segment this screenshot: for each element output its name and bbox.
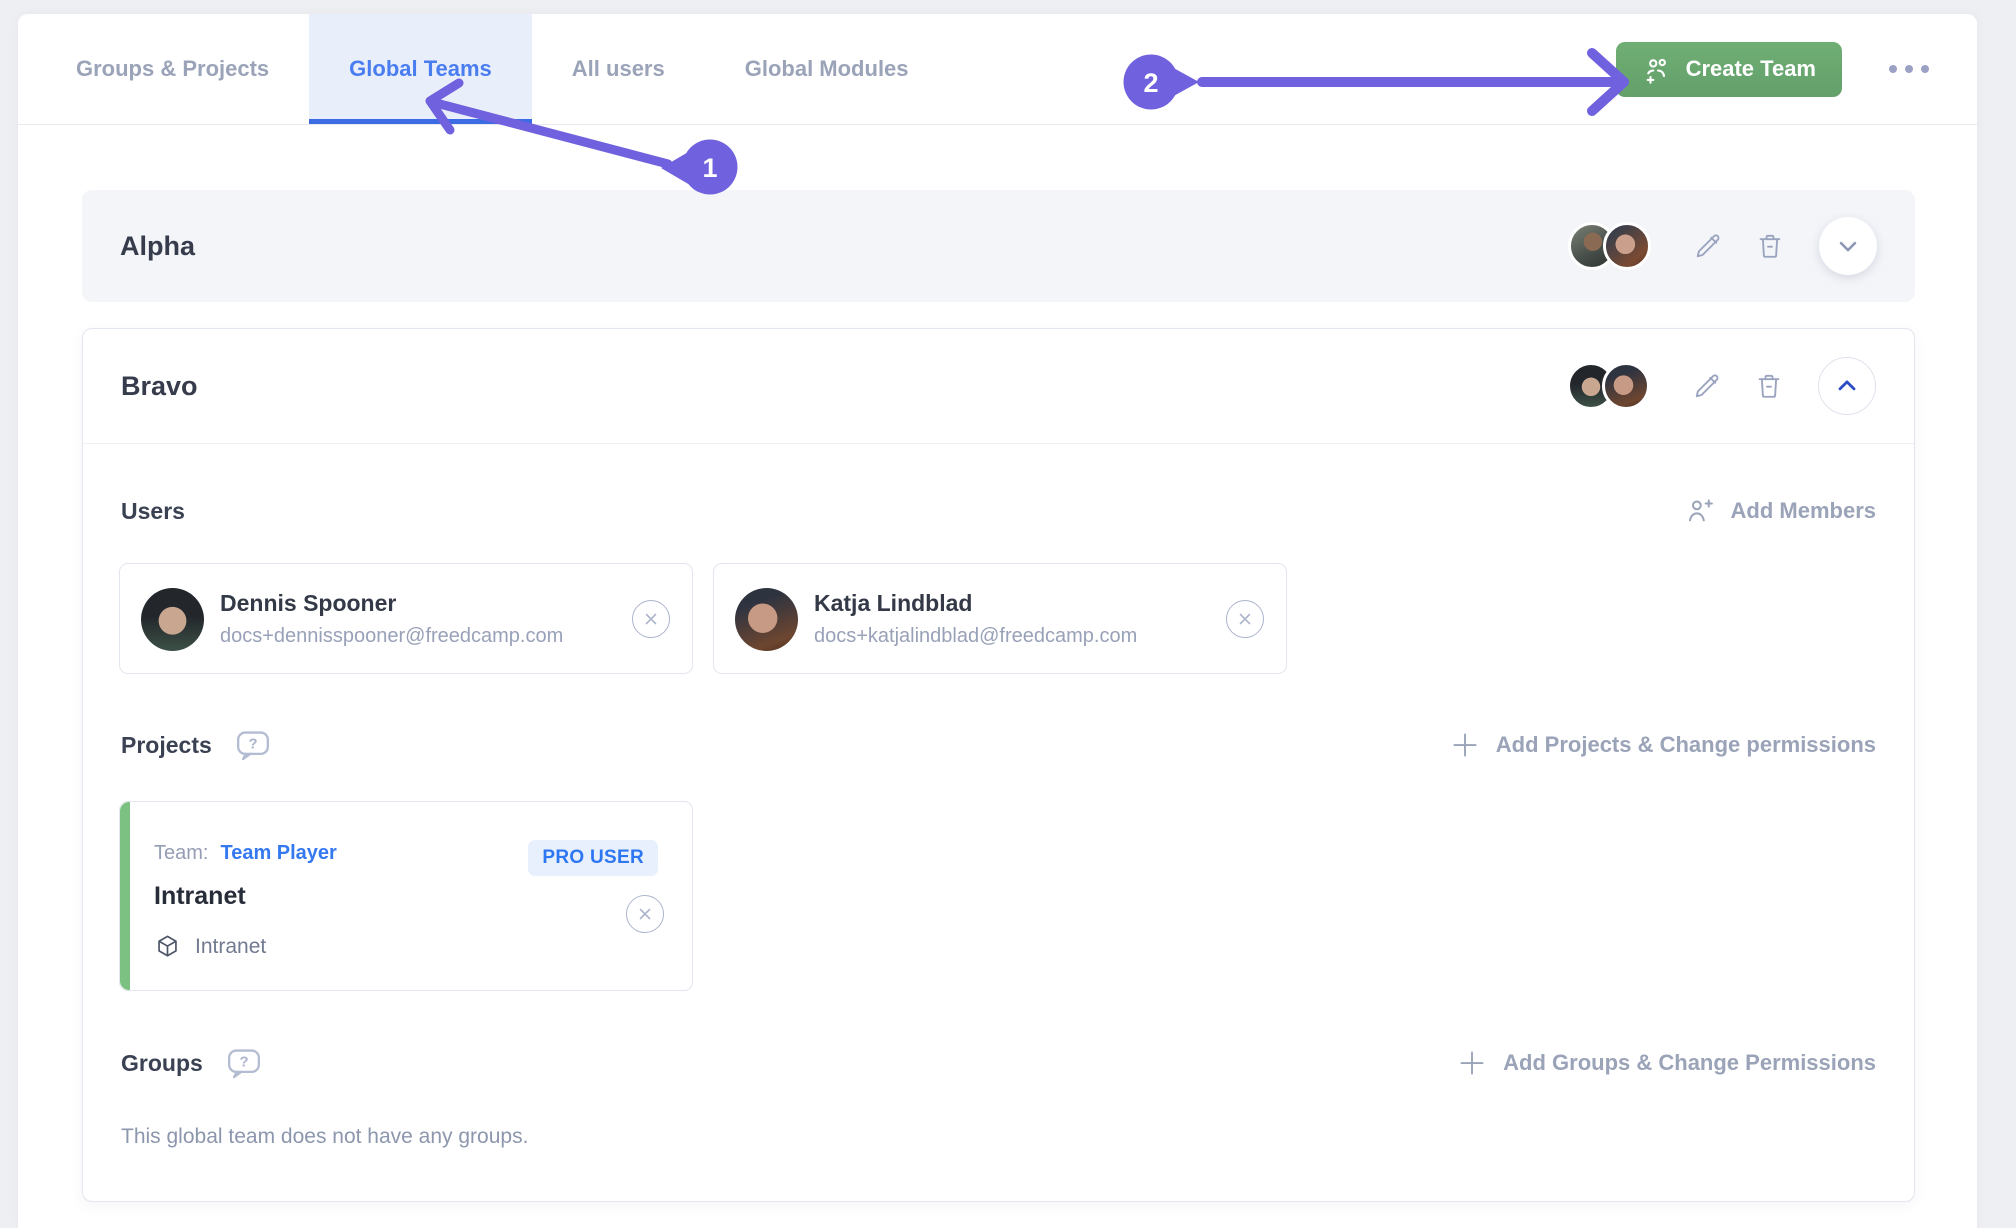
svg-text:?: ?: [248, 736, 257, 752]
pencil-icon: [1692, 371, 1722, 401]
plus-icon: [1457, 1048, 1487, 1078]
tab-global-modules[interactable]: Global Modules: [705, 14, 949, 124]
svg-text:?: ?: [239, 1054, 248, 1070]
users-heading: Users: [121, 498, 185, 525]
x-icon: [643, 611, 659, 627]
edit-team-button[interactable]: [1690, 369, 1724, 403]
pro-user-badge: PRO USER: [528, 840, 658, 876]
team-name: Alpha: [120, 231, 195, 262]
team-row-alpha: Alpha: [82, 190, 1915, 302]
plus-icon: [1450, 730, 1480, 760]
groups-heading: Groups: [121, 1050, 203, 1077]
team-member-avatars: [1567, 362, 1650, 410]
delete-team-button[interactable]: [1752, 369, 1786, 403]
ellipsis-dot: [1905, 65, 1913, 73]
remove-member-button[interactable]: [632, 600, 670, 638]
project-module-row: Intranet: [154, 933, 692, 960]
trash-icon: [1755, 231, 1785, 261]
ellipsis-dot: [1921, 65, 1929, 73]
pencil-icon: [1693, 231, 1723, 261]
tab-all-users[interactable]: All users: [532, 14, 705, 124]
add-members-button[interactable]: Add Members: [1685, 496, 1876, 526]
project-title: Intranet: [154, 882, 692, 911]
add-groups-label: Add Groups & Change Permissions: [1503, 1050, 1876, 1076]
help-icon[interactable]: ?: [227, 1048, 261, 1079]
team-card-header: Bravo: [83, 329, 1914, 444]
add-projects-label: Add Projects & Change permissions: [1496, 732, 1876, 758]
remove-project-button[interactable]: [626, 895, 664, 933]
tabs-nav: Groups & Projects Global Teams All users…: [36, 14, 949, 124]
collapse-team-button[interactable]: [1818, 357, 1876, 415]
team-row-actions: [1568, 217, 1877, 275]
avatar-woman-dark-hair: [1602, 362, 1650, 410]
groups-empty-text: This global team does not have any group…: [121, 1125, 528, 1149]
groups-section-header: Groups ? Add Groups & Change Permissions: [121, 1041, 1876, 1085]
edit-team-button[interactable]: [1691, 229, 1725, 263]
more-menu-button[interactable]: [1887, 55, 1931, 83]
help-icon[interactable]: ?: [236, 730, 270, 761]
team-member-avatars: [1568, 222, 1651, 270]
header-actions: Create Team: [1616, 14, 1977, 124]
projects-heading: Projects: [121, 732, 212, 759]
avatar-woman-red-hair: [1603, 222, 1651, 270]
team-card-bravo: Bravo: [82, 328, 1915, 1202]
project-card-intranet: Team: Team Player PRO USER Intranet Intr…: [119, 801, 693, 991]
add-members-label: Add Members: [1731, 498, 1876, 524]
create-team-icon: [1642, 54, 1672, 84]
member-email: docs+katjalindblad@freedcamp.com: [814, 625, 1286, 648]
main-container: Groups & Projects Global Teams All users…: [18, 14, 1977, 1228]
add-groups-button[interactable]: Add Groups & Change Permissions: [1457, 1048, 1876, 1078]
member-card-katja: Katja Lindblad docs+katjalindblad@freedc…: [713, 563, 1287, 674]
create-team-label: Create Team: [1686, 56, 1816, 82]
team-name: Bravo: [121, 371, 198, 402]
chevron-up-icon: [1833, 372, 1861, 400]
users-section-header: Users Add Members: [121, 489, 1876, 533]
expand-team-button[interactable]: [1819, 217, 1877, 275]
projects-section-header: Projects ? Add Projects & Change permiss…: [121, 723, 1876, 767]
member-name: Dennis Spooner: [220, 590, 692, 617]
team-label: Team:: [154, 842, 208, 865]
avatar-katja-lindblad: [735, 588, 798, 651]
member-email: docs+dennisspooner@freedcamp.com: [220, 625, 692, 648]
person-plus-icon: [1685, 496, 1715, 526]
remove-member-button[interactable]: [1226, 600, 1264, 638]
x-icon: [637, 906, 653, 922]
team-player-link[interactable]: Team Player: [220, 842, 336, 865]
trash-icon: [1754, 371, 1784, 401]
member-name: Katja Lindblad: [814, 590, 1286, 617]
chevron-down-icon: [1834, 232, 1862, 260]
delete-team-button[interactable]: [1753, 229, 1787, 263]
tab-groups-and-projects[interactable]: Groups & Projects: [36, 14, 309, 124]
member-cards: Dennis Spooner docs+dennisspooner@freedc…: [119, 563, 1287, 674]
team-row-actions: [1567, 357, 1876, 415]
tab-global-teams[interactable]: Global Teams: [309, 14, 532, 124]
create-team-button[interactable]: Create Team: [1616, 42, 1842, 97]
avatar-dennis-spooner: [141, 588, 204, 651]
cube-icon: [154, 933, 181, 960]
project-module-name: Intranet: [195, 935, 266, 959]
x-icon: [1237, 611, 1253, 627]
add-projects-button[interactable]: Add Projects & Change permissions: [1450, 730, 1876, 760]
member-card-dennis: Dennis Spooner docs+dennisspooner@freedc…: [119, 563, 693, 674]
tab-bar: Groups & Projects Global Teams All users…: [18, 14, 1977, 125]
ellipsis-dot: [1889, 65, 1897, 73]
